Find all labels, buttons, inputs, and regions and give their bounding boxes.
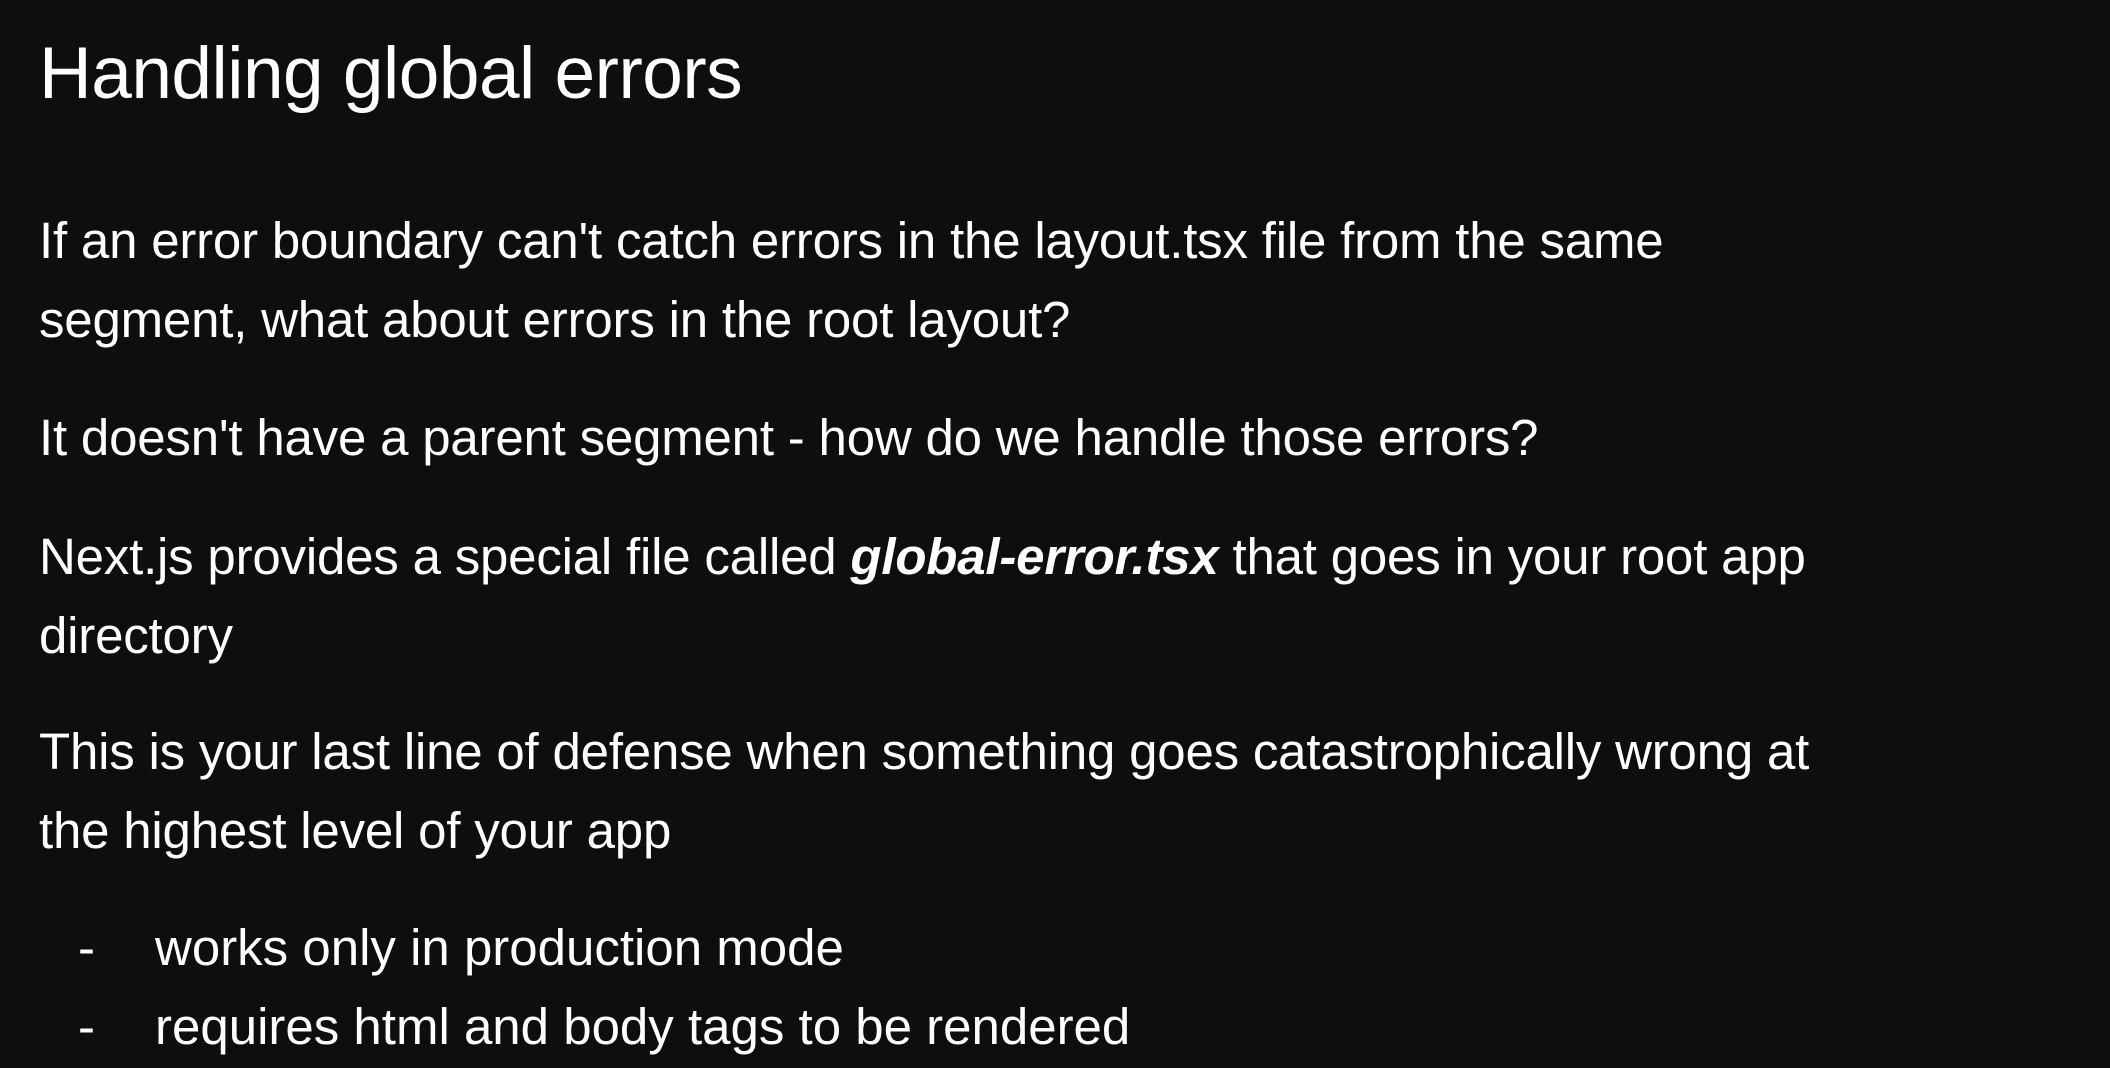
- paragraph-line: segment, what about errors in the root l…: [39, 291, 1071, 348]
- paragraph-last-line-of-defense: This is your last line of defense when s…: [39, 712, 1809, 870]
- bullet-text: requires html and body tags to be render…: [155, 998, 1131, 1055]
- bullet-marker: -: [78, 919, 95, 976]
- filename-emphasis: global-error.tsx: [850, 528, 1219, 585]
- bullet-marker: -: [78, 998, 95, 1055]
- paragraph-line: It doesn't have a parent segment - how d…: [39, 409, 1539, 466]
- text-segment: Next.js provides a special file called: [39, 528, 851, 585]
- slide-title: Handling global errors: [39, 33, 743, 114]
- paragraph-line: This is your last line of defense when s…: [39, 723, 1810, 780]
- paragraph-line: directory: [39, 607, 233, 664]
- paragraph-line: the highest level of your app: [39, 802, 672, 859]
- paragraph-global-error-file: Next.js provides a special file called g…: [39, 517, 1806, 675]
- paragraph-parent-segment: It doesn't have a parent segment - how d…: [39, 398, 1539, 477]
- paragraph-error-boundary: If an error boundary can't catch errors …: [39, 201, 1664, 359]
- text-segment: that goes in your root app: [1218, 528, 1806, 585]
- paragraph-line: If an error boundary can't catch errors …: [39, 212, 1664, 269]
- paragraph-line: Next.js provides a special file called g…: [39, 517, 1806, 596]
- bullet-text: works only in production mode: [155, 919, 844, 976]
- slide: Handling global errors If an error bound…: [0, 0, 2110, 1068]
